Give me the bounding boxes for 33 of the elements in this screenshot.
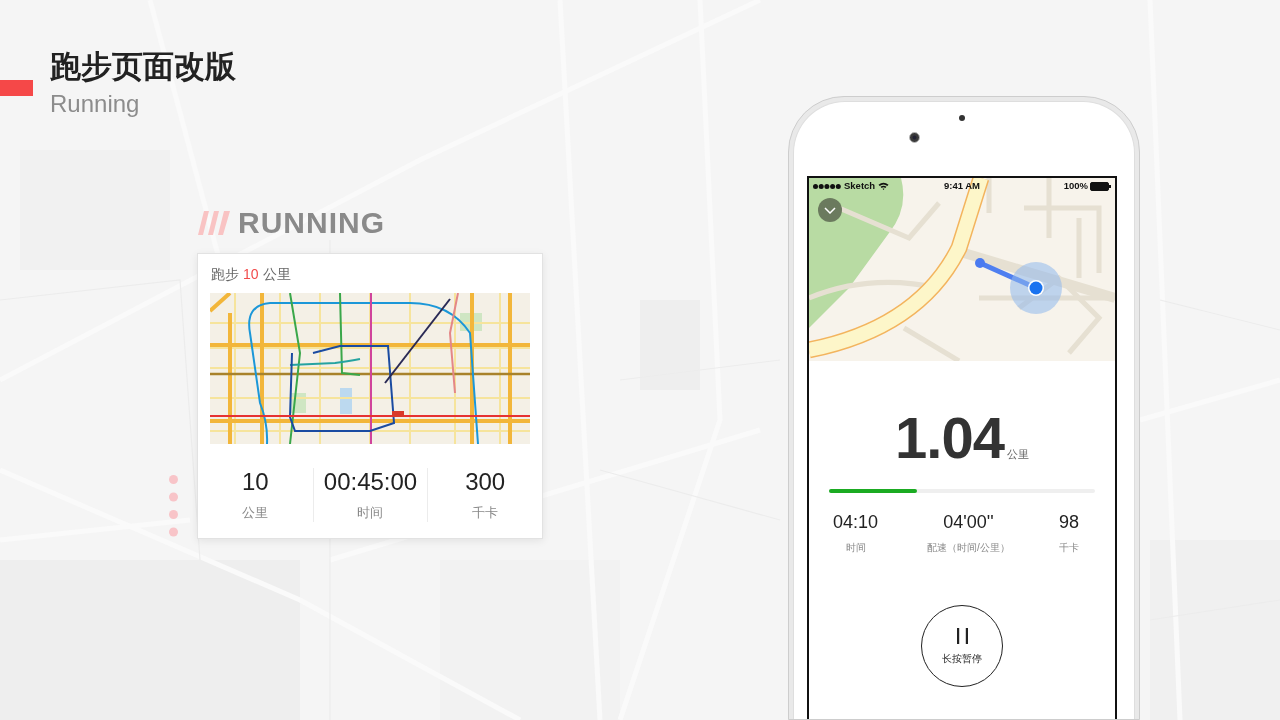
stat-value: 98 bbox=[1058, 511, 1079, 533]
distance-value: 1.04 bbox=[895, 408, 1004, 468]
stat-label: 时间 bbox=[357, 504, 384, 522]
slash-stripes-icon bbox=[198, 211, 230, 235]
stat-label: 配速（时间/公里） bbox=[927, 541, 1010, 554]
stat-label: 时间 bbox=[845, 541, 866, 554]
stat-label: 千卡 bbox=[1058, 541, 1079, 554]
dots-icon bbox=[169, 475, 178, 537]
card-title: 跑步 10 公里 bbox=[211, 265, 291, 284]
chevron-down-icon bbox=[824, 206, 836, 214]
page-subtitle: Running bbox=[50, 90, 141, 118]
stat-label: 千卡 bbox=[472, 504, 499, 522]
stat-label: 公里 bbox=[242, 504, 269, 522]
section-heading: RUNNING bbox=[238, 206, 385, 240]
pause-icon bbox=[956, 627, 968, 644]
battery-icon bbox=[1090, 181, 1111, 191]
camera-icon bbox=[909, 132, 920, 143]
status-time: 9:41 AM bbox=[943, 180, 981, 192]
location-marker-icon bbox=[1010, 262, 1062, 314]
signal-dots-icon bbox=[813, 183, 841, 189]
battery-percent: 100% bbox=[1063, 180, 1088, 192]
sensor-dot-icon bbox=[959, 115, 965, 121]
stat-value: 00:45:00 bbox=[323, 468, 418, 496]
stat-value: 10 bbox=[241, 468, 269, 496]
page-title: 跑步页面改版 bbox=[50, 50, 236, 84]
wifi-icon bbox=[878, 182, 890, 190]
carrier-name: Sketch bbox=[844, 180, 876, 192]
distance-unit: 公里 bbox=[1006, 447, 1029, 461]
stat-value: 04:10 bbox=[833, 511, 879, 533]
pause-button[interactable]: 长按暂停 bbox=[921, 605, 1003, 687]
accent-bar bbox=[0, 80, 33, 96]
stat-value: 300 bbox=[465, 468, 506, 496]
stat-value: 04'00'' bbox=[943, 511, 994, 533]
